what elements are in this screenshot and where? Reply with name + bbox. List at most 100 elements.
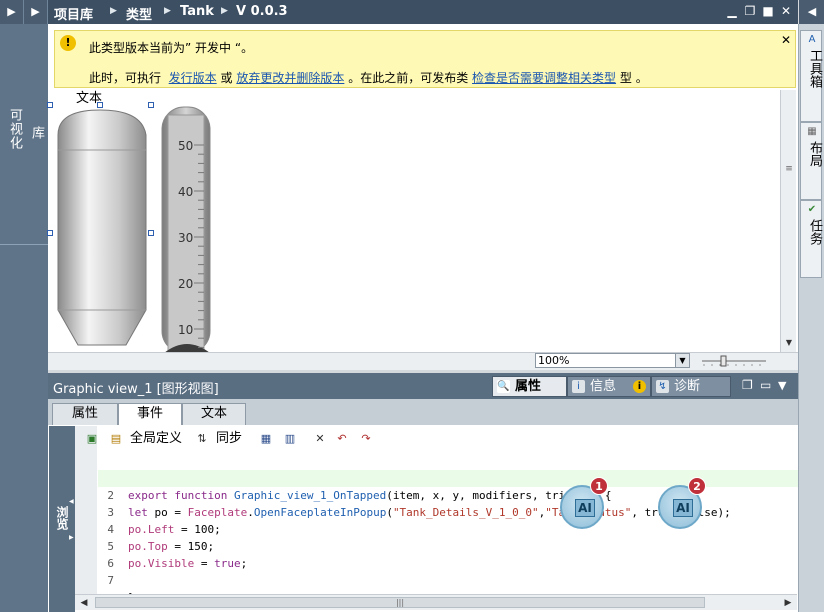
tab-properties-label: 属性 — [515, 379, 542, 394]
ai-badge: AI — [575, 499, 595, 517]
global-definition-icon[interactable]: ▤ — [108, 431, 124, 447]
zoom-slider[interactable] — [700, 355, 768, 367]
gauge-tick-label: 40 — [178, 185, 193, 199]
collapse-task-cards-icon[interactable]: ◀ — [799, 0, 824, 24]
close-warning-icon[interactable]: ✕ — [781, 33, 791, 47]
tab-library[interactable]: 库 — [27, 126, 46, 140]
close-icon[interactable]: ✕ — [778, 3, 794, 19]
float-window-icon[interactable]: ❐ — [742, 378, 753, 392]
callout-number: 1 — [590, 477, 608, 495]
scroll-left-icon[interactable]: ◀ — [77, 596, 91, 610]
warning-line-1: 此类型版本当前为” 开发中 “。 — [89, 41, 254, 55]
ai-callout: AI 1 — [560, 477, 608, 529]
scroll-grip-icon[interactable]: ≡ — [783, 164, 795, 194]
info-badge-icon: i — [633, 380, 646, 393]
script-toolbar: ▣ ▤ 全局定义 ⇅ 同步 ▦ ▥ ✕ ↶ ↷ — [80, 428, 790, 450]
inspector-subtabs: 属性 事件 文本 — [48, 399, 798, 426]
tab-tasks[interactable]: ✔ 任务 — [800, 200, 822, 278]
title-bar: 项目库 ▶ 类型 ▶ Tank ▶ V 0.0.3 ▁ ❐ ■ ✕ — [48, 0, 798, 24]
tasks-icon: ✔ — [807, 204, 817, 215]
layout-window-icon[interactable]: ▭ — [760, 378, 771, 392]
scroll-thumb[interactable]: ||| — [95, 597, 705, 608]
breadcrumb-types[interactable]: 类型 — [126, 4, 152, 23]
subtab-events[interactable]: 事件 — [118, 403, 182, 426]
line-number: 7 — [107, 574, 114, 587]
system-functions-icon[interactable]: ▥ — [282, 431, 298, 447]
release-version-link[interactable]: 发行版本 — [169, 71, 217, 85]
breadcrumb-arrow-icon: ▶ — [164, 6, 171, 16]
breadcrumb-arrow-icon: ▶ — [221, 6, 228, 16]
tab-layout[interactable]: ▦ 布局 — [800, 122, 822, 200]
breadcrumb-project-library[interactable]: 项目库 — [54, 4, 93, 23]
toolbox-icon: A — [808, 34, 816, 45]
delete-icon[interactable]: ✕ — [312, 431, 328, 447]
gauge-tick-label: 30 — [178, 231, 193, 245]
maximize-icon[interactable]: ■ — [760, 3, 776, 19]
scroll-down-icon[interactable]: ▼ — [781, 338, 797, 352]
tab-visualization[interactable]: 可视化 — [5, 108, 24, 150]
warning-text: 此时，可执行 — [89, 71, 162, 85]
breadcrumb-version[interactable]: V 0.0.3 — [236, 4, 288, 19]
breadcrumb-arrow-icon: ▶ — [110, 6, 117, 16]
tab-diagnostics[interactable]: ↯ 诊断 — [651, 376, 731, 397]
diagnostics-icon: ↯ — [656, 380, 669, 393]
browse-strip[interactable]: ◀ 浏览 ▶ — [49, 426, 75, 612]
tank-body[interactable] — [57, 109, 147, 346]
callout-number: 2 — [688, 477, 706, 495]
breadcrumb-tank[interactable]: Tank — [180, 4, 214, 19]
tab-toolbox[interactable]: A 工具箱 — [800, 30, 822, 122]
redo-icon[interactable]: ↷ — [358, 431, 374, 447]
subtab-properties[interactable]: 属性 — [52, 403, 118, 425]
tab-layout-label: 布局 — [807, 141, 822, 167]
gauge-tick-label: 50 — [178, 139, 193, 153]
inspector-title: Graphic view_1 [图形视图] — [53, 382, 219, 397]
global-definition-button[interactable]: 全局定义 — [130, 430, 182, 448]
selection-handle[interactable] — [148, 102, 154, 108]
gauge-tick-label: 20 — [178, 277, 193, 291]
rail-separator — [0, 244, 48, 245]
code-line[interactable]: 7 } — [98, 555, 798, 604]
properties-icon: 🔍 — [497, 380, 510, 393]
layout-icon: ▦ — [807, 126, 817, 137]
undo-icon[interactable]: ↶ — [334, 431, 350, 447]
sync-button[interactable]: 同步 — [216, 430, 242, 448]
tab-properties[interactable]: 🔍 属性 — [492, 376, 567, 397]
code-line[interactable]: 1 export function Graphic_view_1_OnTappe… — [98, 453, 798, 502]
collapse-left-icon[interactable]: ▶ — [0, 0, 24, 24]
subtab-texts[interactable]: 文本 — [182, 403, 246, 425]
inspector-header: Graphic view_1 [图形视图] 🔍 属性 i 信息 i ↯ 诊断 ❐… — [48, 373, 798, 399]
sync-icon[interactable]: ⇅ — [194, 431, 210, 447]
gauge-tick-label: 10 — [178, 323, 193, 337]
tank-graphic[interactable]: 50 40 30 20 10 — [48, 95, 218, 353]
discard-version-link[interactable]: 放弃更改并删除版本 — [236, 71, 344, 85]
selection-handle[interactable] — [47, 102, 53, 108]
warning-text: 或 — [220, 71, 233, 85]
tab-diagnostics-label: 诊断 — [674, 379, 701, 394]
tab-info[interactable]: i 信息 i — [567, 376, 651, 397]
code-line[interactable]: 6 — [98, 538, 798, 570]
scroll-right-icon[interactable]: ▶ — [781, 596, 795, 610]
editor-vertical-scrollbar[interactable]: ≡ ▼ — [780, 90, 796, 352]
browse-label: 浏览 — [55, 506, 69, 530]
dev-version-warning: ! 此类型版本当前为” 开发中 “。 此时，可执行 发行版本 或 放弃更改并删除… — [54, 30, 796, 88]
tab-toolbox-label: 工具箱 — [807, 49, 822, 88]
code-horizontal-scrollbar[interactable]: ◀ ||| ▶ — [75, 594, 797, 610]
check-related-types-link[interactable]: 检查是否需要调整相关类型 — [472, 71, 616, 85]
selection-handle[interactable] — [47, 230, 53, 236]
task-card-strip: ◀ A 工具箱 ▦ 布局 ✔ 任务 — [798, 0, 824, 612]
ai-badge: AI — [673, 499, 693, 517]
selection-handle[interactable] — [148, 230, 154, 236]
collapse-right-icon[interactable]: ▶ — [24, 0, 48, 24]
check-syntax-icon[interactable]: ▣ — [84, 431, 100, 447]
warning-line-2: 此时，可执行 发行版本 或 放弃更改并删除版本 。在此之前，可发布类 检查是否需… — [89, 69, 648, 86]
zoom-select[interactable]: 100% ▼ — [535, 353, 690, 368]
warning-icon: ! — [60, 35, 76, 51]
editor-gutter — [75, 426, 97, 594]
minimize-icon[interactable]: ▁ — [724, 3, 740, 19]
snippets-icon[interactable]: ▦ — [258, 431, 274, 447]
tab-tasks-label: 任务 — [807, 219, 822, 245]
chevron-down-icon[interactable]: ▼ — [675, 354, 689, 367]
restore-icon[interactable]: ❐ — [742, 3, 758, 19]
collapse-inspector-icon[interactable]: ▼ — [778, 379, 786, 392]
canvas-text-label[interactable]: 文本 — [76, 87, 102, 106]
